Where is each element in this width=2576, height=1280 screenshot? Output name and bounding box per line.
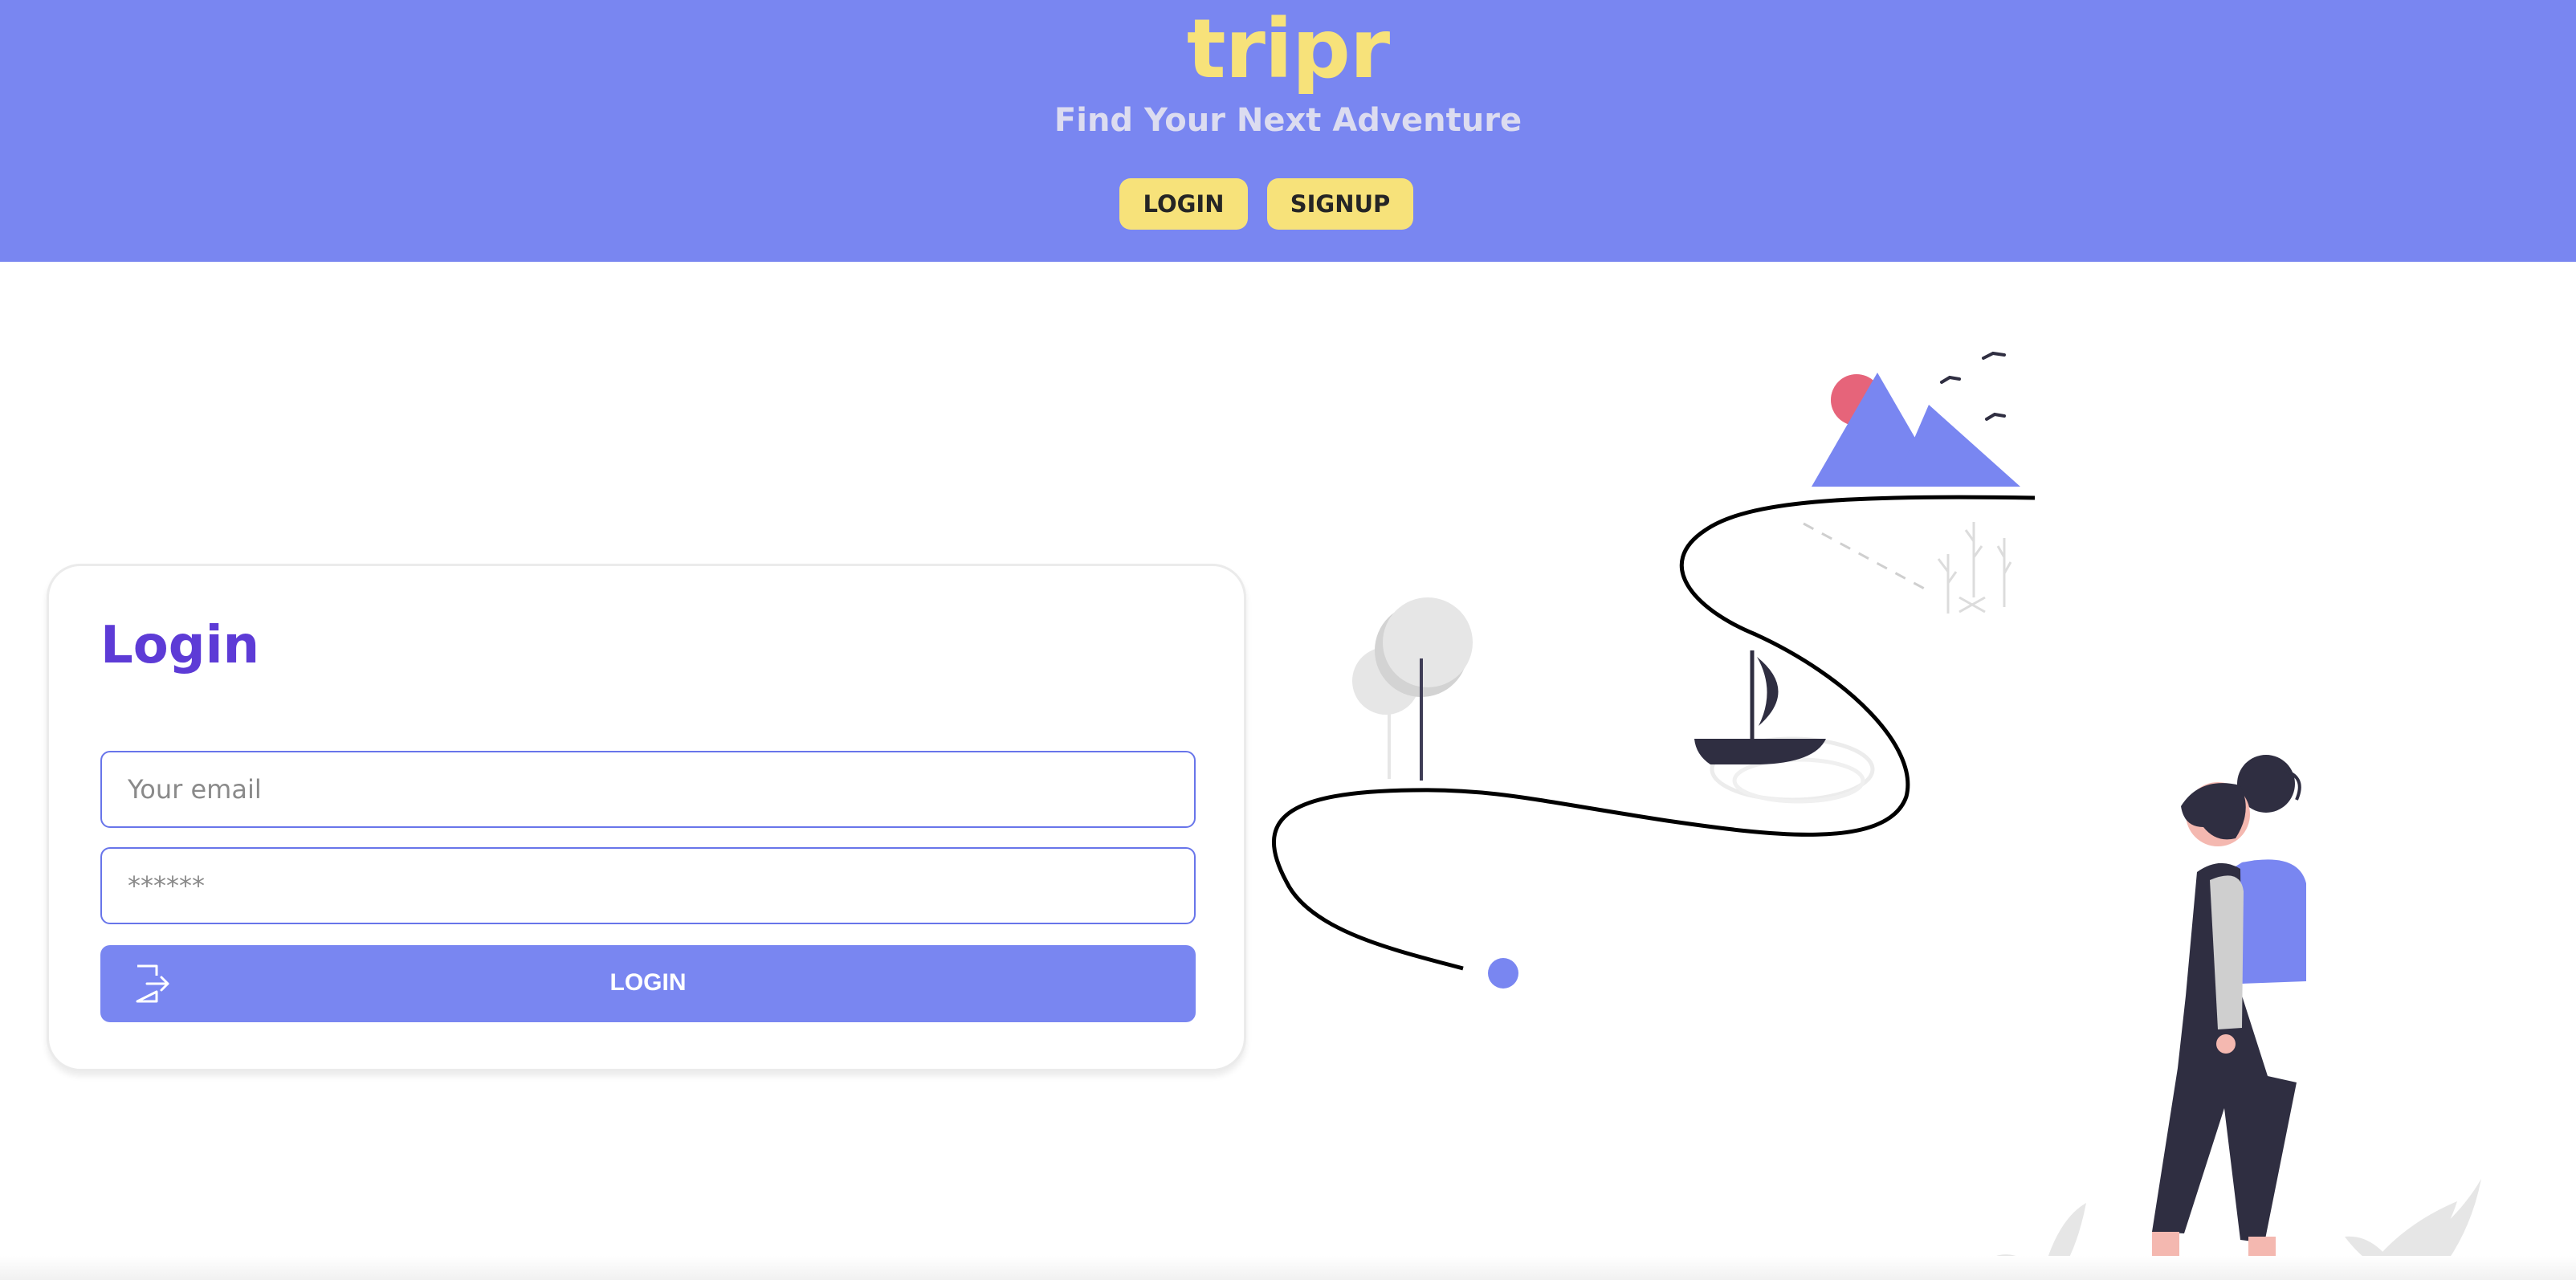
bare-trees [1937,522,2012,614]
tree-group [1352,597,1473,781]
boat-icon [1694,650,1875,804]
footer-fade [0,1256,2576,1280]
destination-dot [1488,958,1518,989]
woman-traveler-figure [2134,755,2329,1280]
birds-icon [1940,351,2006,421]
travel-illustration [1272,351,2481,1280]
